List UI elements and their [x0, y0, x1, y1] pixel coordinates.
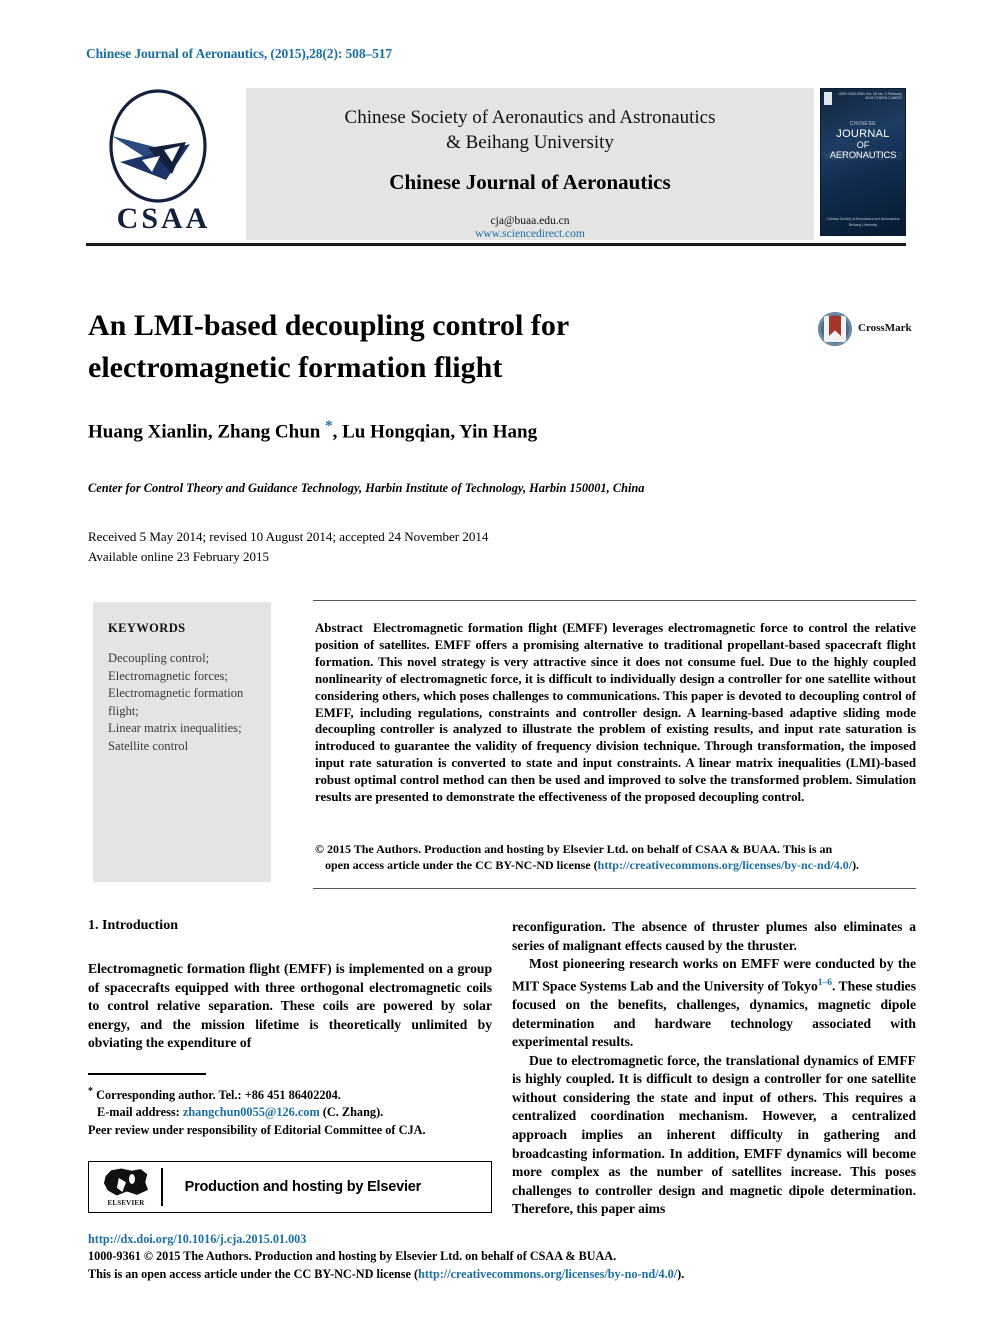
- cover-chinese-label: CHINESE: [849, 121, 877, 127]
- cover-footer-line-2: Beihang University: [848, 223, 878, 227]
- abstract-copyright-line-2: open access article under the CC BY-NC-N…: [315, 857, 916, 873]
- elsevier-divider: [161, 1168, 163, 1206]
- cover-line-1: JOURNAL: [836, 128, 890, 140]
- abstract-rule-top: [313, 600, 916, 601]
- journal-email[interactable]: cja@buaa.edu.cn: [246, 215, 814, 227]
- keyword-item: Electromagnetic formation: [108, 686, 244, 700]
- footnote-peer-review: Peer review under responsibility of Edit…: [88, 1123, 426, 1138]
- section-heading-introduction: 1. Introduction: [88, 918, 178, 933]
- society-line-1: Chinese Society of Aeronautics and Astro…: [344, 107, 716, 128]
- cover-elsevier-mark: [824, 92, 833, 105]
- journal-masthead: CSAA Chinese Society of Aeronautics and …: [86, 88, 906, 240]
- cover-footer: Chinese Society of Aeronautics and Astro…: [821, 216, 905, 228]
- footnote-corresponding-author: * Corresponding author. Tel.: +86 451 86…: [88, 1083, 492, 1105]
- abstract-rule-bottom: [313, 888, 916, 889]
- paragraph: Electromagnetic formation flight (EMFF) …: [88, 961, 492, 1051]
- abstract-label: Abstract: [315, 621, 363, 635]
- footnote-email-label: E-mail address:: [97, 1105, 180, 1120]
- footnote-email-line: E-mail address: zhangchun0055@126.com (C…: [88, 1104, 492, 1122]
- abstract-license-post: ).: [852, 858, 860, 873]
- footer-copyright-line: 1000-9361 © 2015 The Authors. Production…: [88, 1249, 617, 1263]
- page-title: An LMI-based decoupling control for elec…: [88, 309, 569, 384]
- masthead-center-panel: Chinese Society of Aeronautics and Astro…: [246, 88, 814, 240]
- corresponding-author-marker: *: [325, 418, 333, 434]
- csaa-wordmark: CSAA: [116, 202, 211, 235]
- keyword-item: Decoupling control;: [108, 651, 210, 665]
- crossmark-label: CrossMark: [858, 322, 912, 334]
- footnote-block: * Corresponding author. Tel.: +86 451 86…: [88, 1073, 492, 1140]
- journal-name: Chinese Journal of Aeronautics: [389, 170, 671, 194]
- paragraph: Due to electromagnetic force, the transl…: [512, 1052, 916, 1217]
- cover-reflection: AERONAUTICS: [823, 149, 903, 161]
- footnote-corresponding-text: Corresponding author. Tel.: +86 451 8640…: [96, 1087, 341, 1102]
- csaa-logo: CSAA: [86, 88, 241, 240]
- citation-reference[interactable]: 1–6: [818, 978, 832, 988]
- cover-top-bar: ISSN 1000-9361 Vol. 28 No. 2 February 20…: [824, 92, 902, 108]
- sciencedirect-url[interactable]: www.sciencedirect.com: [246, 228, 814, 240]
- footer-license-post: ).: [677, 1266, 685, 1281]
- masthead-divider: [86, 243, 906, 246]
- paragraph: reconfiguration. The absence of thruster…: [512, 919, 916, 953]
- keyword-item: Satellite control: [108, 738, 189, 753]
- keyword-item: Linear matrix inequalities;: [108, 721, 242, 735]
- elsevier-hosting-box: ELSEVIER Production and hosting by Elsev…: [88, 1161, 492, 1213]
- footnote-email-suffix: (C. Zhang).: [322, 1105, 384, 1120]
- elsevier-wordmark: ELSEVIER: [107, 1199, 145, 1207]
- affiliation: Center for Control Theory and Guidance T…: [88, 481, 645, 495]
- paragraph: Most pioneering research works on EMFF w…: [512, 955, 916, 1052]
- abstract-license-link[interactable]: http://creativecommons.org/licenses/by-n…: [598, 858, 852, 872]
- footnote-star-marker: *: [88, 1085, 93, 1097]
- elsevier-tree-icon: [103, 1168, 149, 1196]
- author-list: Huang Xianlin, Zhang Chun *, Lu Hongqian…: [88, 418, 848, 443]
- footnote-email-link[interactable]: zhangchun0055@126.com: [183, 1105, 320, 1119]
- journal-cover-thumbnail: ISSN 1000-9361 Vol. 28 No. 2 February 20…: [820, 88, 906, 236]
- abstract-license-pre: open access article under the CC BY-NC-N…: [325, 858, 598, 873]
- dates-online-line: Available online 23 February 2015: [88, 549, 269, 564]
- body-column-left: 1. Introduction Electromagnetic formatio…: [88, 918, 492, 1053]
- article-dates: Received 5 May 2014; revised 10 August 2…: [88, 527, 788, 567]
- elsevier-hosting-text: Production and hosting by Elsevier: [184, 1179, 422, 1195]
- crossmark-badge[interactable]: CrossMark: [818, 312, 928, 348]
- abstract-text: Abstract Electromagnetic formation flight…: [315, 620, 916, 806]
- society-line-2: & Beihang University: [446, 132, 614, 153]
- keywords-heading: KEYWORDS: [108, 621, 186, 635]
- footer-license-line: This is an open access article under the…: [88, 1266, 918, 1284]
- keywords-panel: KEYWORDS Decoupling control; Electromagn…: [93, 602, 271, 882]
- footer-doi-link[interactable]: http://dx.doi.org/10.1016/j.cja.2015.01.…: [88, 1231, 918, 1248]
- author-names-first: Huang Xianlin, Zhang Chun: [88, 421, 326, 443]
- page-footer: http://dx.doi.org/10.1016/j.cja.2015.01.…: [88, 1231, 918, 1283]
- footer-license-pre: This is an open access article under the…: [88, 1266, 419, 1281]
- footer-license-link[interactable]: http://creativecommons.org/licenses/by-n…: [418, 1267, 677, 1281]
- body-column-right: reconfiguration. The absence of thruster…: [512, 918, 916, 1219]
- author-names-rest: , Lu Hongqian, Yin Hang: [332, 421, 538, 443]
- abstract-body: Electromagnetic formation flight (EMFF) …: [315, 621, 916, 805]
- running-head: Chinese Journal of Aeronautics, (2015),2…: [86, 46, 393, 61]
- footnote-divider: [88, 1073, 206, 1075]
- cover-issue-info: ISSN 1000-9361 Vol. 28 No. 2 February 20…: [838, 92, 902, 101]
- keyword-item: Electromagnetic forces;: [108, 668, 228, 683]
- dates-received-line: Received 5 May 2014; revised 10 August 2…: [88, 529, 489, 544]
- abstract-copyright: © 2015 The Authors. Production and hosti…: [315, 841, 916, 874]
- article-page: Chinese Journal of Aeronautics, (2015),2…: [0, 0, 992, 1323]
- keyword-item: flight;: [108, 703, 139, 718]
- elsevier-logo-icon: ELSEVIER: [99, 1166, 153, 1208]
- abstract-copyright-line-1: © 2015 The Authors. Production and hosti…: [315, 842, 833, 856]
- crossmark-icon: [818, 312, 852, 346]
- elsevier-figure-icon-2: [129, 1174, 135, 1184]
